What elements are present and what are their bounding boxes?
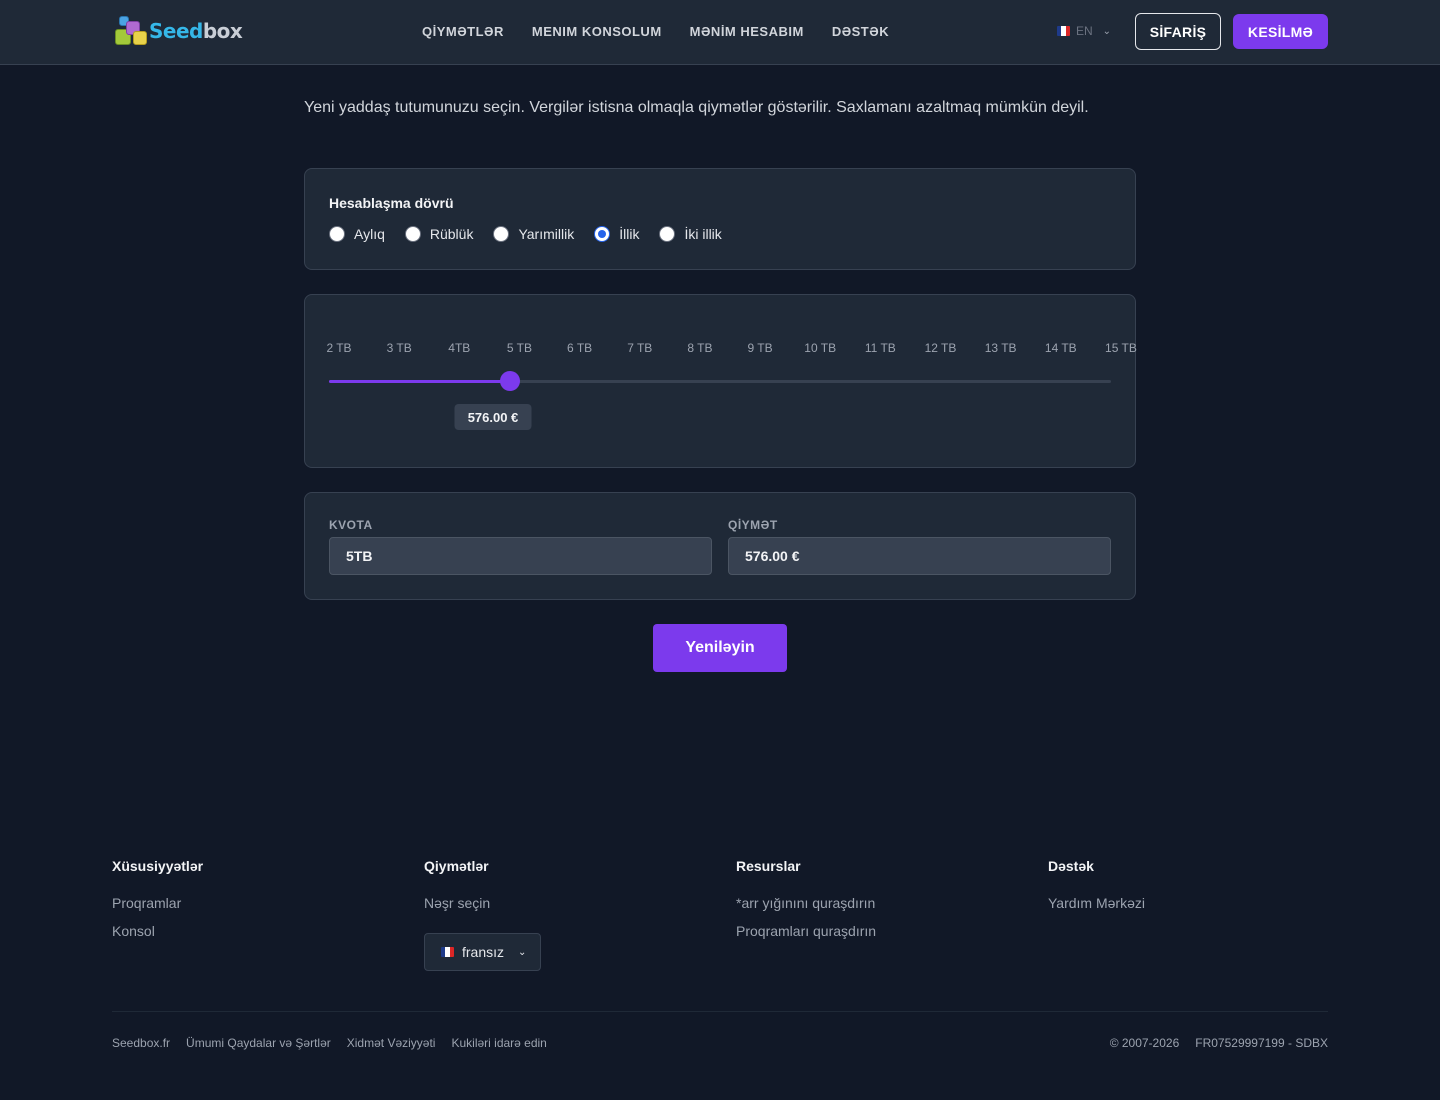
footer-bottom-links: Seedbox.fr Ümumi Qaydalar və Şərtlər Xid… (112, 1036, 547, 1050)
footer-link-apps[interactable]: Proqramlar (112, 895, 203, 923)
price-label: QİYMƏT (728, 518, 778, 532)
price-field[interactable]: 576.00 € (728, 537, 1111, 575)
quota-label: KVOTA (329, 518, 373, 532)
footer-divider (112, 1011, 1328, 1012)
radio-label: İllik (619, 226, 640, 242)
radio-annual[interactable]: İllik (594, 226, 639, 242)
chevron-down-icon: ⌄ (518, 946, 527, 958)
billing-period-card: Hesablaşma dövrü Aylıq Rüblük Yarımillik… (304, 168, 1136, 270)
quota-field[interactable]: 5TB (329, 537, 712, 575)
radio-label: İki illik (684, 226, 722, 242)
france-flag-icon (1057, 26, 1070, 36)
main-nav: QİYMƏTLƏR MENIM KONSOLUM MƏNİM HESABIM D… (422, 24, 889, 39)
footer-col-pricing: Qiymətlər Nəşr seçin (424, 858, 490, 923)
slider-tick-label: 2 TB (326, 341, 352, 355)
footer-legal: © 2007-2026 FR07529997199 - SDBX (1110, 1036, 1328, 1050)
radio-monthly[interactable]: Aylıq (329, 226, 385, 242)
nav-item-console[interactable]: MENIM KONSOLUM (532, 24, 662, 39)
radio-label: Rüblük (429, 226, 474, 242)
footer-link-terms[interactable]: Ümumi Qaydalar və Şərtlər (186, 1036, 331, 1050)
footer-link-choose-edition[interactable]: Nəşr seçin (424, 895, 490, 923)
top-header: Seedbox QİYMƏTLƏR MENIM KONSOLUM MƏNİM H… (0, 0, 1440, 65)
footer-col-resources: Resurslar *arr yığınını quraşdırın Proqr… (736, 858, 876, 951)
footer-language-select[interactable]: fransız ⌄ (424, 933, 541, 971)
update-button[interactable]: Yeniləyin (653, 624, 787, 672)
language-select-value: fransız (462, 944, 505, 960)
radio-button-checked[interactable] (594, 226, 611, 242)
radio-label: Yarımillik (518, 226, 575, 242)
company-id: FR07529997199 - SDBX (1195, 1036, 1328, 1050)
footer-col-title: Xüsusiyyətlər (112, 858, 204, 874)
radio-button[interactable] (329, 226, 345, 242)
footer-link-install-apps[interactable]: Proqramları quraşdırın (736, 923, 876, 951)
slider-tick-label: 5 TB (506, 341, 532, 355)
slider-tick-label: 8 TB (687, 341, 713, 355)
footer-col-title: Resurslar (736, 858, 801, 874)
france-flag-icon (441, 947, 454, 957)
slider-tick-label: 6 TB (567, 341, 593, 355)
slider-tick-label: 12 TB (924, 341, 957, 355)
nav-item-account[interactable]: MƏNİM HESABIM (690, 24, 804, 39)
slider-track-fill (329, 380, 510, 383)
slider-tick-label: 15 TB (1105, 341, 1137, 355)
footer-link-arr-stack[interactable]: *arr yığınını quraşdırın (736, 895, 876, 923)
nav-item-pricing[interactable]: QİYMƏTLƏR (422, 24, 504, 39)
logo-cubes-icon (113, 15, 149, 47)
chevron-down-icon: ⌄ (1102, 25, 1112, 37)
radio-button[interactable] (493, 226, 510, 242)
logo-text: Seedbox (149, 19, 243, 43)
slider-tick-label: 7 TB (627, 341, 653, 355)
billing-period-options: Aylıq Rüblük Yarımillik İllik İki illik (329, 226, 722, 242)
copyright: © 2007-2026 (1109, 1036, 1180, 1050)
slider-tick-labels: 2 TB 3 TB 4TB 5 TB 6 TB 7 TB 8 TB 9 TB 10 TB 11 T… (305, 341, 1137, 355)
footer-link-status[interactable]: Xidmət Vəziyyəti (347, 1036, 436, 1050)
slider-tick-label: 11 TB (864, 341, 896, 355)
radio-semiannual[interactable]: Yarımillik (493, 226, 574, 242)
slider-tick-label: 9 TB (747, 341, 773, 355)
footer-link-help-center[interactable]: Yardım Mərkəzi (1048, 895, 1145, 923)
quota-price-card: KVOTA 5TB QİYMƏT 576.00 € (304, 492, 1136, 600)
footer-col-support: Dəstək Yardım Mərkəzi (1048, 858, 1145, 923)
radio-label: Aylıq (354, 226, 385, 242)
intro-text: Yeni yaddaş tutumunuzu seçin. Vergilər i… (304, 99, 1089, 116)
slider-tick-label: 13 TB (984, 341, 1017, 355)
billing-period-title: Hesablaşma dövrü (329, 195, 454, 211)
language-code: EN (1076, 24, 1093, 38)
footer-link-console[interactable]: Konsol (112, 923, 203, 951)
footer-col-title: Qiymətlər (424, 858, 489, 874)
language-switcher[interactable]: EN ⌄ (1057, 24, 1111, 38)
logout-button[interactable]: KESİLMƏ (1233, 14, 1328, 49)
radio-button[interactable] (659, 226, 676, 242)
slider-price-tooltip: 576.00 € (454, 404, 532, 430)
order-button[interactable]: SİFARİŞ (1135, 13, 1221, 50)
slider-tick-label: 4TB (448, 341, 471, 355)
radio-button[interactable] (404, 226, 421, 242)
slider-thumb[interactable] (500, 371, 520, 391)
footer-col-features: Xüsusiyyətlər Proqramlar Konsol (112, 858, 203, 951)
slider-tick-label: 10 TB (804, 341, 837, 355)
nav-item-support[interactable]: DƏSTƏK (832, 24, 889, 39)
radio-biannual[interactable]: İki illik (659, 226, 722, 242)
storage-slider-card: 2 TB 3 TB 4TB 5 TB 6 TB 7 TB 8 TB 9 TB 10 TB 11 T… (304, 294, 1137, 468)
seedbox-logo[interactable]: Seedbox (113, 15, 245, 47)
slider-tick-label: 14 TB (1044, 341, 1077, 355)
footer-link-seedbox[interactable]: Seedbox.fr (112, 1036, 170, 1050)
radio-quarterly[interactable]: Rüblük (404, 226, 474, 242)
slider-tick-label: 3 TB (386, 341, 412, 355)
footer-col-title: Dəstək (1048, 858, 1094, 874)
footer-link-cookies[interactable]: Kukiləri idarə edin (451, 1036, 546, 1050)
